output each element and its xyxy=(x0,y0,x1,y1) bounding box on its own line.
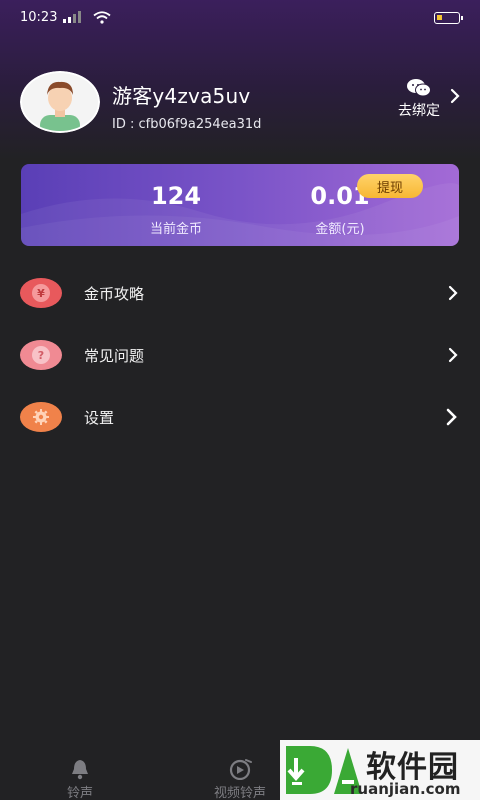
amount-label: 金额(元) xyxy=(315,222,365,237)
username: 游客y4zva5uv xyxy=(112,84,251,108)
bind-wechat-button[interactable]: 去绑定 xyxy=(398,78,460,120)
chevron-right-icon xyxy=(448,347,458,363)
battery-icon xyxy=(434,12,463,24)
tab-ringtone-label: 铃声 xyxy=(66,786,93,800)
yen-icon: ¥ xyxy=(20,278,62,308)
menu-item-label: 金币攻略 xyxy=(84,284,145,303)
wifi-icon xyxy=(93,10,112,24)
watermark-en: ruanjian.com xyxy=(350,780,461,798)
coins-stat: 124 当前金币 xyxy=(121,182,231,237)
wechat-icon xyxy=(407,79,431,97)
withdraw-button[interactable]: 提现 xyxy=(357,174,423,198)
bell-icon xyxy=(72,760,88,780)
signal-icon xyxy=(63,11,82,23)
question-icon: ? xyxy=(20,340,62,370)
profile-header: 游客y4zva5uv ID : cfb06f9a254ea31d 去绑定 xyxy=(20,71,460,134)
status-time: 10:23 xyxy=(20,9,58,25)
chevron-right-icon xyxy=(446,408,457,426)
chevron-right-icon xyxy=(450,88,460,104)
menu-item-faq[interactable]: ? 常见问题 xyxy=(0,324,480,386)
menu-item-label: 设置 xyxy=(84,408,115,427)
bind-label: 去绑定 xyxy=(398,103,440,119)
coins-value: 124 xyxy=(150,182,202,210)
coins-label: 当前金币 xyxy=(149,222,202,237)
menu-item-label: 常见问题 xyxy=(84,346,145,365)
status-bar: 10:23 xyxy=(0,0,480,34)
tab-video-ringtone-label: 视频铃声 xyxy=(213,786,266,800)
user-id: ID : cfb06f9a254ea31d xyxy=(112,117,262,132)
video-ringtone-icon xyxy=(229,759,252,780)
menu-item-coin-guide[interactable]: ¥ 金币攻略 xyxy=(0,262,480,324)
menu-item-settings[interactable]: 设置 xyxy=(0,386,480,448)
coin-card: 124 当前金币 0.01 金额(元) 提现 xyxy=(21,164,459,246)
chevron-right-icon xyxy=(448,285,458,301)
menu-list: ¥ 金币攻略 ? 常见问题 设置 xyxy=(0,262,480,448)
watermark-logo: 软件园 ruanjian.com xyxy=(280,740,480,800)
avatar[interactable] xyxy=(20,71,100,133)
gear-icon xyxy=(20,402,62,432)
tab-ringtone[interactable]: 铃声 xyxy=(52,758,108,800)
tab-video-ringtone[interactable]: 视频铃声 xyxy=(200,758,280,800)
